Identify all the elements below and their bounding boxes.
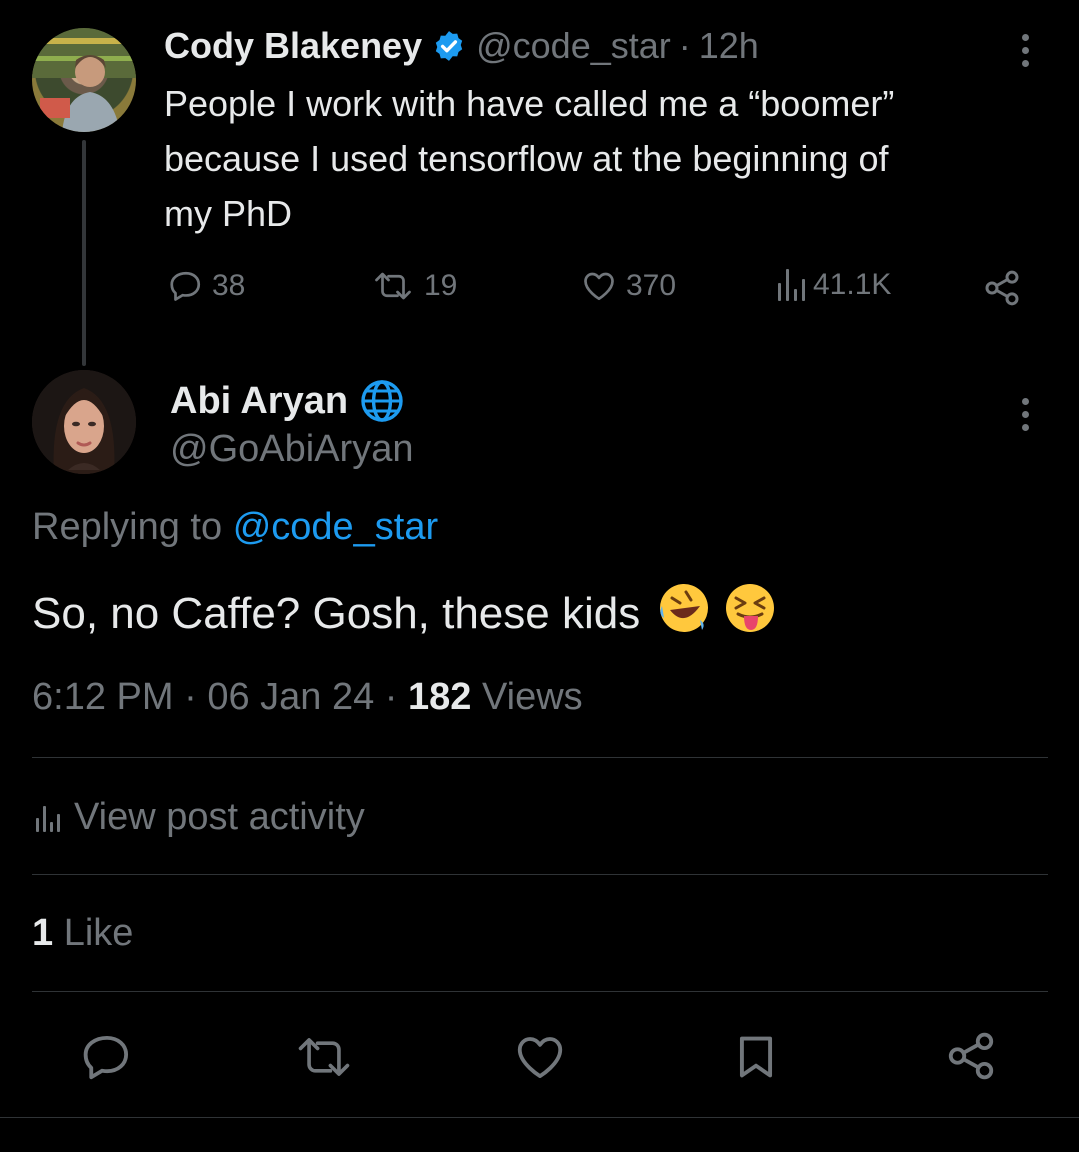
- bookmark-icon: [739, 1036, 773, 1078]
- share-icon: [985, 270, 1019, 306]
- more-icon[interactable]: [1022, 398, 1032, 437]
- like-count: 370: [626, 269, 677, 302]
- meta-separator: ·: [384, 676, 398, 718]
- repost-button[interactable]: [292, 1030, 356, 1089]
- verified-badge-icon: [435, 31, 463, 61]
- post-text-line: People I work with have called me a “boo…: [164, 83, 895, 124]
- avatar-cody[interactable]: [32, 28, 136, 132]
- like-icon: [517, 1037, 563, 1079]
- likes-summary[interactable]: 1 Like: [32, 912, 133, 955]
- share-icon: [948, 1032, 994, 1080]
- repost-button[interactable]: 19: [370, 268, 457, 304]
- repost-icon: [375, 272, 411, 300]
- post-time[interactable]: 12h: [699, 25, 759, 67]
- divider: [32, 757, 1048, 758]
- likes-label: Like: [63, 912, 134, 954]
- share-button[interactable]: [944, 1028, 998, 1089]
- meta-separator: ·: [678, 25, 691, 66]
- repost-icon: [298, 1038, 350, 1076]
- divider: [0, 1117, 1079, 1118]
- post-date[interactable]: 06 Jan 24: [207, 676, 374, 718]
- divider: [32, 874, 1048, 875]
- rofl-emoji: [656, 580, 712, 647]
- reply-icon: [170, 271, 201, 301]
- views-label: Views: [481, 676, 583, 718]
- post-time[interactable]: 6:12 PM: [32, 676, 174, 718]
- views-count: 182: [408, 676, 472, 718]
- author-handle[interactable]: @GoAbiAryan: [170, 428, 413, 471]
- divider: [32, 991, 1048, 992]
- repost-count: 19: [424, 269, 458, 302]
- author-handle[interactable]: @code_star: [476, 25, 671, 67]
- like-button[interactable]: 370: [580, 268, 676, 304]
- squinting-tongue-emoji: [722, 580, 778, 647]
- share-button[interactable]: [982, 268, 1022, 308]
- reply-text-body: So, no Caffe? Gosh, these kids: [32, 588, 641, 638]
- avatar-abi[interactable]: [32, 370, 136, 474]
- post-text-line: because I used tensorflow at the beginni…: [164, 138, 889, 179]
- bookmark-button[interactable]: [730, 1030, 782, 1089]
- view-activity-label: View post activity: [74, 796, 365, 838]
- reply-text: So, no Caffe? Gosh, these kids: [32, 580, 778, 647]
- replying-to: Replying to @code_star: [32, 506, 438, 549]
- reply-count: 38: [212, 269, 246, 302]
- likes-count: 1: [32, 912, 54, 954]
- post-meta: 6:12 PM · 06 Jan 24 · 182 Views: [32, 676, 583, 719]
- like-button[interactable]: [512, 1030, 568, 1089]
- post-text-line: my PhD: [164, 193, 293, 234]
- meta-separator: ·: [184, 676, 197, 718]
- reply-icon: [83, 1035, 129, 1080]
- reply-button[interactable]: [80, 1030, 134, 1089]
- avatar-abi-photo: [32, 370, 136, 474]
- reply-button[interactable]: 38: [168, 268, 245, 304]
- views-button[interactable]: 41.1K: [778, 268, 891, 302]
- view-activity-link[interactable]: View post activity: [36, 796, 365, 839]
- globe-icon: [361, 380, 403, 422]
- views-icon: [778, 269, 805, 301]
- post-text: People I work with have called me a “boo…: [164, 76, 1044, 241]
- views-icon: [36, 804, 60, 832]
- author-name[interactable]: Abi Aryan: [170, 380, 348, 423]
- replying-prefix: Replying to: [32, 506, 223, 548]
- more-icon[interactable]: [1022, 34, 1032, 73]
- like-icon: [584, 272, 614, 301]
- views-count: 41.1K: [813, 268, 892, 301]
- replying-to-handle[interactable]: @code_star: [233, 506, 438, 548]
- thread-connector: [82, 140, 86, 366]
- avatar-cody-photo: [32, 28, 136, 132]
- author-name[interactable]: Cody Blakeney: [164, 25, 422, 67]
